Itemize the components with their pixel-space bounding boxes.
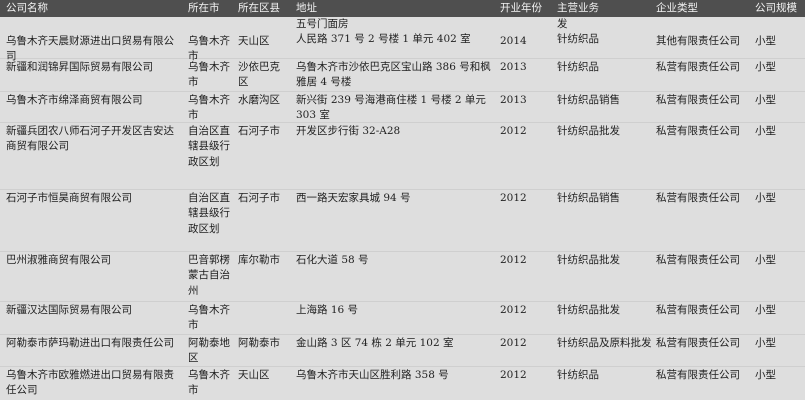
header-address: 地址 (296, 2, 317, 14)
cell-business: 针纺织品批发 (557, 254, 620, 266)
cell-district: 天山区 (238, 35, 270, 47)
cell-address: 乌鲁木齐市沙依巴克区宝山路 386 号和枫雅居 4 号楼 (296, 61, 491, 89)
table-row: 新疆和润锦昇国际贸易有限公司 乌鲁木齐市 沙依巴克区 乌鲁木齐市沙依巴克区宝山路 38… (0, 58, 805, 92)
header-city: 所在市 (188, 2, 220, 14)
table-row: 乌鲁木齐市欧雅燃进出口贸易有限责任公司 乌鲁木齐市 天山区 乌鲁木齐市天山区胜利路 3… (0, 366, 805, 400)
cell-scale: 小型 (755, 192, 776, 204)
cell-company-name: 乌鲁木齐市欧雅燃进出口贸易有限责任公司 (6, 369, 174, 397)
cell-company-name: 阿勒泰市萨玛勒进出口有限责任公司 (6, 337, 174, 349)
cell-company-name: 新疆汉达国际贸易有限公司 (6, 304, 132, 316)
table-row: 乌鲁木齐市绵泽商贸有限公司 乌鲁木齐市 水磨沟区 新兴街 239 号海港商住楼 1 号… (0, 91, 805, 123)
cell-scale: 小型 (755, 337, 776, 349)
cell-scale: 小型 (755, 369, 776, 381)
cell-city: 阿勒泰地区 (188, 337, 230, 365)
cell-scale: 小型 (755, 35, 776, 47)
table-row: 石河子市恒昊商贸有限公司 自治区直辖县级行政区划 石河子市 西一路天宏家具城 94 号… (0, 189, 805, 252)
cell-business: 针纺织品 (557, 369, 599, 381)
cell-city: 自治区直辖县级行政区划 (188, 192, 230, 235)
cell-business: 针纺织品及原料批发 (557, 337, 652, 349)
cell-business: 针纺织品销售 (557, 94, 620, 106)
cell-type: 私营有限责任公司 (656, 369, 740, 381)
cell-city: 乌鲁木齐市 (188, 304, 230, 332)
cell-district: 水磨沟区 (238, 94, 280, 106)
table-row: 巴州淑雅商贸有限公司 巴音郭楞蒙古自治州 库尔勒市 石化大道 58 号 2012 针纺织品… (0, 251, 805, 302)
cell-address: 上海路 16 号 (296, 304, 359, 316)
cell-company-name: 新疆和润锦昇国际贸易有限公司 (6, 61, 153, 73)
cell-scale: 小型 (755, 94, 776, 106)
cell-address: 金山路 3 区 74 栋 2 单元 102 室 (296, 337, 454, 349)
cell-year: 2013 (500, 61, 527, 73)
cell-business: 针纺织品批发 (557, 304, 620, 316)
table-row: 乌鲁木齐天晨财源进出口贸易有限公司 乌鲁木齐市 天山区 五号门面房 人民路 371 号 … (0, 17, 805, 62)
cell-year: 2014 (500, 35, 527, 47)
company-table: 公司名称 所在市 所在区县 地址 开业年份 主营业务 企业类型 公司规模 乌鲁木… (0, 0, 805, 400)
cell-business: 针纺织品批发 (557, 125, 620, 137)
cell-business: 发针纺织品 (557, 18, 599, 46)
table-header: 公司名称 所在市 所在区县 地址 开业年份 主营业务 企业类型 公司规模 (0, 0, 805, 17)
cell-district: 阿勒泰市 (238, 337, 280, 349)
cell-year: 2012 (500, 125, 527, 137)
cell-scale: 小型 (755, 61, 776, 73)
cell-type: 私营有限责任公司 (656, 125, 740, 137)
header-scale: 公司规模 (755, 2, 797, 14)
cell-year: 2012 (500, 369, 527, 381)
cell-company-name: 乌鲁木齐市绵泽商贸有限公司 (6, 94, 143, 106)
cell-year: 2012 (500, 337, 527, 349)
table-body: 乌鲁木齐天晨财源进出口贸易有限公司 乌鲁木齐市 天山区 五号门面房 人民路 371 号 … (0, 17, 805, 400)
cell-type: 私营有限责任公司 (656, 94, 740, 106)
cell-company-name: 新疆兵团农八师石河子开发区吉安达商贸有限公司 (6, 125, 174, 153)
cell-type: 私营有限责任公司 (656, 254, 740, 266)
cell-address: 五号门面房 人民路 371 号 2 号楼 1 单元 402 室 (296, 18, 471, 46)
header-business: 主营业务 (557, 2, 599, 14)
header-district: 所在区县 (238, 2, 280, 14)
cell-year: 2012 (500, 254, 527, 266)
cell-city: 乌鲁木齐市 (188, 61, 230, 89)
table-row: 新疆汉达国际贸易有限公司 乌鲁木齐市 上海路 16 号 2012 针纺织品批发 私营有限责… (0, 301, 805, 335)
cell-type: 私营有限责任公司 (656, 337, 740, 349)
cell-year: 2013 (500, 94, 527, 106)
cell-scale: 小型 (755, 125, 776, 137)
cell-city: 乌鲁木齐市 (188, 94, 230, 122)
cell-city: 巴音郭楞蒙古自治州 (188, 254, 230, 297)
cell-type: 私营有限责任公司 (656, 192, 740, 204)
cell-scale: 小型 (755, 304, 776, 316)
cell-district: 石河子市 (238, 125, 280, 137)
cell-address: 开发区步行街 32-A28 (296, 125, 401, 137)
cell-address: 石化大道 58 号 (296, 254, 369, 266)
header-name: 公司名称 (6, 2, 48, 14)
cell-year: 2012 (500, 192, 527, 204)
cell-type: 私营有限责任公司 (656, 61, 740, 73)
cell-type: 私营有限责任公司 (656, 304, 740, 316)
table-row: 新疆兵团农八师石河子开发区吉安达商贸有限公司 自治区直辖县级行政区划 石河子市 开发区… (0, 122, 805, 190)
cell-district: 库尔勒市 (238, 254, 280, 266)
table-row: 阿勒泰市萨玛勒进出口有限责任公司 阿勒泰地区 阿勒泰市 金山路 3 区 74 栋 2 … (0, 334, 805, 367)
cell-scale: 小型 (755, 254, 776, 266)
cell-city: 乌鲁木齐市 (188, 369, 230, 397)
cell-district: 沙依巴克区 (238, 61, 280, 89)
cell-type: 其他有限责任公司 (656, 35, 740, 47)
cell-district: 石河子市 (238, 192, 280, 204)
header-year: 开业年份 (500, 2, 542, 14)
cell-year: 2012 (500, 304, 527, 316)
cell-address: 乌鲁木齐市天山区胜利路 358 号 (296, 369, 449, 381)
cell-city: 自治区直辖县级行政区划 (188, 125, 230, 168)
cell-address: 西一路天宏家具城 94 号 (296, 192, 411, 204)
cell-company-name: 石河子市恒昊商贸有限公司 (6, 192, 132, 204)
header-type: 企业类型 (656, 2, 698, 14)
cell-company-name: 巴州淑雅商贸有限公司 (6, 254, 111, 266)
cell-business: 针纺织品销售 (557, 192, 620, 204)
cell-district: 天山区 (238, 369, 270, 381)
cell-address: 新兴街 239 号海港商住楼 1 号楼 2 单元 303 室 (296, 94, 486, 122)
cell-business: 针纺织品 (557, 61, 599, 73)
